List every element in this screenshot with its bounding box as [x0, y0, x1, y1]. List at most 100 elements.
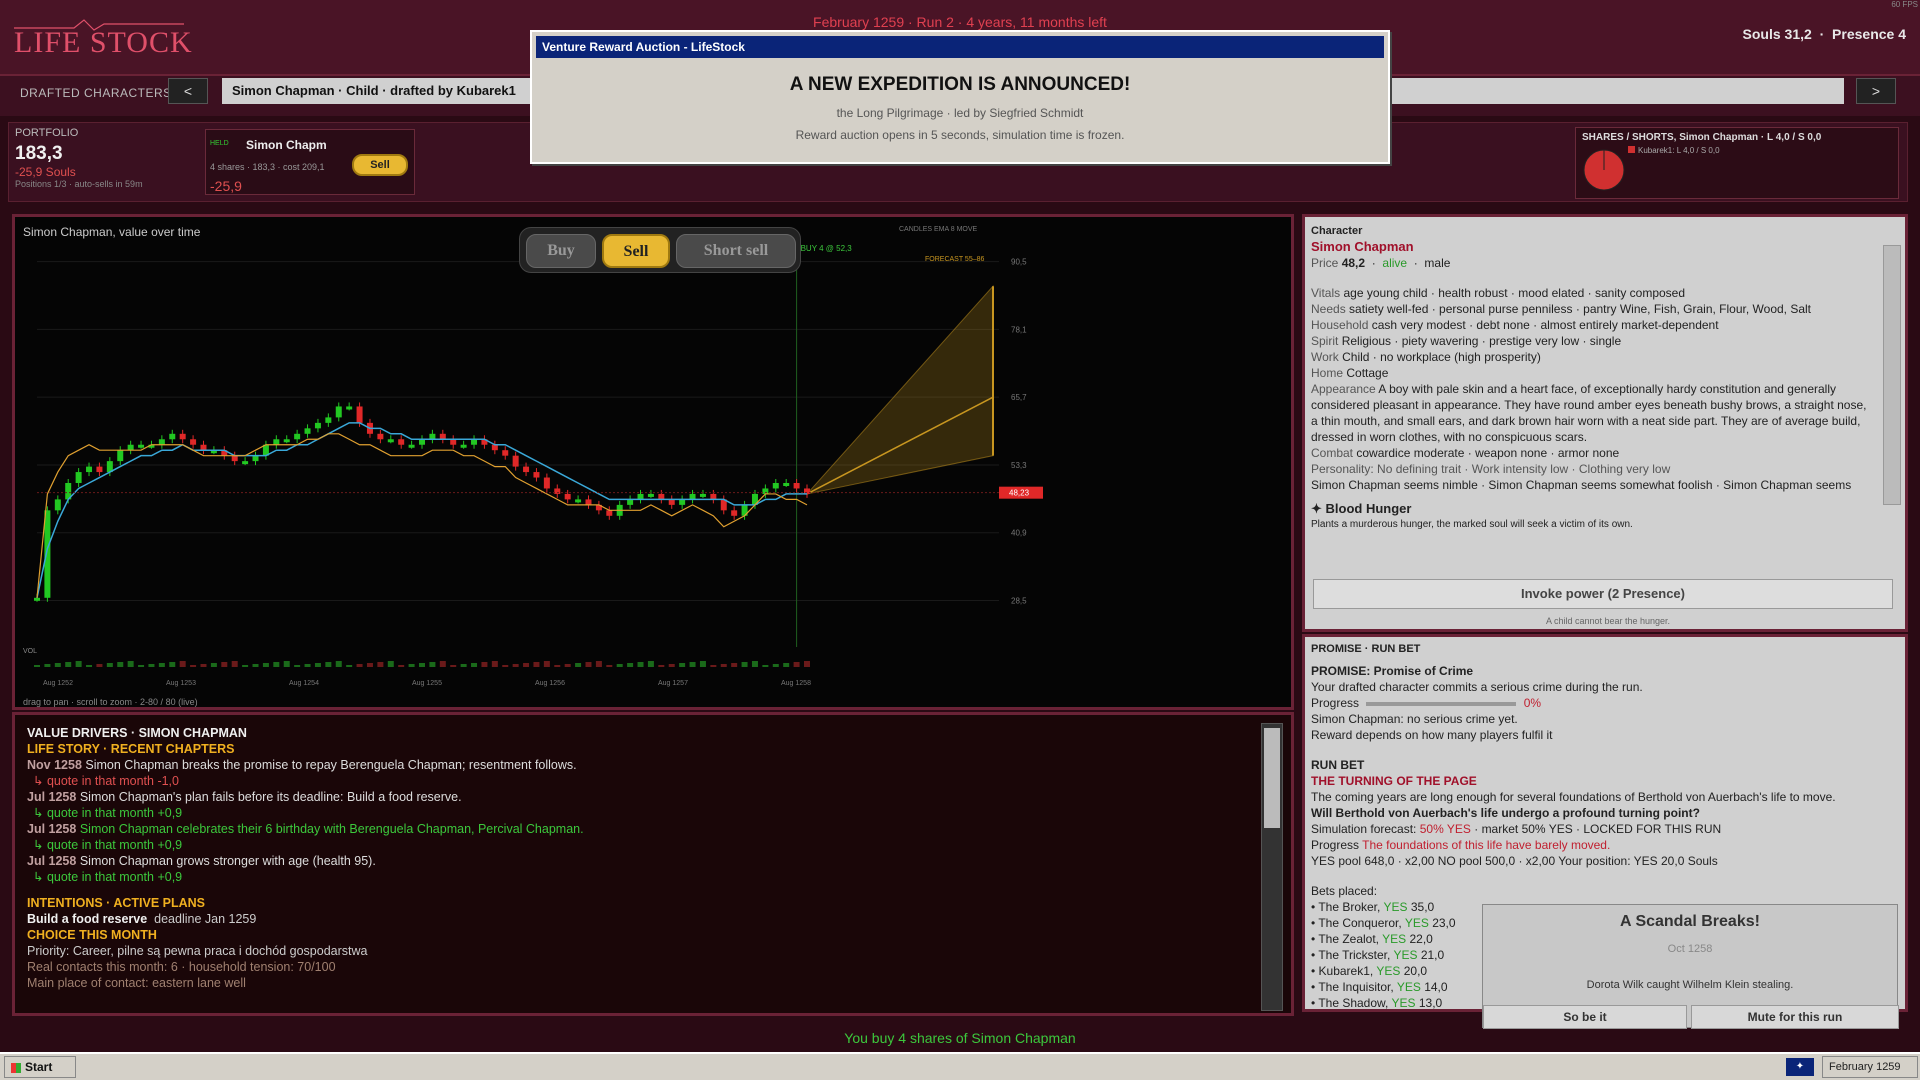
chart-help: drag to pan · scroll to zoom · 2-80 / 80…	[23, 697, 198, 707]
run-bet-title: RUN BET	[1311, 758, 1365, 772]
volume-bar	[294, 665, 301, 667]
value-drivers-panel[interactable]: VALUE DRIVERS · SIMON CHAPMAN LIFE STORY…	[12, 712, 1294, 1016]
candle	[408, 444, 415, 448]
tray-icon[interactable]: ✦	[1786, 1058, 1814, 1076]
candle	[44, 510, 51, 598]
position-sell-button[interactable]: Sell	[352, 154, 408, 176]
event-quote: ↳ quote in that month +0,9	[33, 838, 183, 852]
candle	[231, 455, 238, 462]
app-logo: LIFE STOCK	[14, 19, 193, 59]
drafted-label: DRAFTED CHARACTERS	[20, 86, 172, 100]
volume-bar	[200, 664, 207, 667]
candle	[575, 499, 582, 503]
start-button[interactable]: Start	[4, 1056, 76, 1078]
candle	[523, 466, 530, 473]
event-quote: ↳ quote in that month +0,9	[33, 806, 183, 820]
candle	[627, 499, 634, 505]
candle	[689, 493, 696, 500]
volume-bar	[793, 662, 800, 667]
next-character-button[interactable]: >	[1856, 78, 1896, 104]
x-tick-label: Aug 1257	[658, 680, 688, 687]
event-quote: ↳ quote in that month +0,9	[33, 870, 183, 884]
volume-bar	[543, 661, 550, 667]
candle	[158, 439, 165, 445]
candle	[294, 433, 301, 440]
character-scrollbar[interactable]	[1883, 245, 1901, 505]
auction-dialog: Venture Reward Auction - LifeStock A NEW…	[530, 30, 1390, 164]
portfolio-title: PORTFOLIO	[15, 127, 79, 139]
volume-bar	[606, 665, 613, 667]
volume-bar	[65, 662, 72, 667]
price-chart[interactable]: 90,5 78,1 65,7 53,3 40,9 28,5 Aug 1252 Aug 1253…	[15, 217, 1291, 707]
candle	[179, 433, 186, 440]
plan-name: Build a food reserve	[27, 912, 148, 926]
volume-bar	[772, 664, 779, 667]
dialog-titlebar[interactable]: Venture Reward Auction - LifeStock	[536, 36, 1384, 58]
event-text: Simon Chapman celebrates their 6 birthda…	[79, 822, 584, 836]
character-price-row: Price 48,2 · alive · male	[1311, 256, 1451, 270]
plan-row: Build a food reserve deadline Jan 1259	[27, 911, 1279, 927]
dialog-heading: A NEW EXPEDITION IS ANNOUNCED!	[789, 74, 1131, 95]
candle	[502, 450, 509, 456]
chart-controls: CANDLES EMA 8 MOVE	[899, 226, 978, 233]
volume-bar	[637, 662, 644, 667]
forecast-label: FORECAST 55–86	[925, 256, 985, 263]
attribute-row: Vitals age young child · health robust ·…	[1311, 286, 1686, 300]
candle	[304, 428, 311, 434]
traits-row: Simon Chapman seems nimble · Simon Chapm…	[1311, 478, 1852, 492]
candle	[325, 417, 332, 423]
candle	[460, 444, 467, 448]
candle	[34, 597, 40, 601]
volume-bar	[148, 664, 155, 667]
y-tick-label: 53,3	[1011, 461, 1027, 470]
prev-character-button[interactable]: <	[168, 78, 208, 104]
volume-bar	[564, 664, 571, 667]
volume-bar	[335, 661, 342, 667]
volume-bar	[325, 662, 332, 667]
power-description: Plants a murderous hunger, the marked so…	[1311, 519, 1633, 530]
volume-bar	[169, 662, 176, 667]
promise-progress-bar	[1366, 701, 1517, 706]
character-panel[interactable]: Character Simon Chapman Price 48,2 · ali…	[1302, 214, 1908, 632]
souls-count: Souls 31,2	[1742, 26, 1812, 42]
volume-bar	[273, 662, 280, 667]
taskbar: Start ✦ February 1259	[0, 1052, 1920, 1080]
price-chart-panel[interactable]: 90,5 78,1 65,7 53,3 40,9 28,5 Aug 1252 Aug 1253…	[12, 214, 1294, 710]
candle	[533, 472, 540, 478]
candle	[398, 439, 405, 445]
candle	[419, 439, 425, 445]
scandal-popup: A Scandal Breaks! Oct 1258 Dorota Wilk c…	[1482, 904, 1899, 1029]
drivers-title: VALUE DRIVERS · SIMON CHAPMAN	[27, 726, 247, 740]
drivers-scrollbar[interactable]	[1261, 723, 1283, 1011]
buy-button[interactable]: Buy	[526, 234, 596, 268]
sell-button[interactable]: Sell	[602, 234, 670, 268]
so-be-it-button[interactable]: So be it	[1483, 1005, 1687, 1029]
invoke-power-button[interactable]: Invoke power (2 Presence)	[1313, 579, 1893, 609]
position-card[interactable]: HELD Simon Chapm 4 shares · 183,3 · cost…	[205, 129, 415, 195]
ema-line	[36, 422, 807, 598]
y-tick-label: 78,1	[1011, 325, 1027, 334]
event-text: Simon Chapman's plan fails before its de…	[79, 790, 462, 804]
event-date: Nov 1258	[27, 758, 82, 772]
candle	[75, 472, 82, 483]
priority-text: Priority: Career, pilne są pewna praca i…	[27, 944, 368, 958]
legend-swatch-icon	[1628, 146, 1635, 153]
candle	[86, 466, 93, 473]
shares-panel: SHARES / SHORTS, Simon Chapman · L 4,0 /…	[1575, 127, 1899, 199]
presence-count: Presence 4	[1832, 26, 1906, 42]
scandal-title: A Scandal Breaks!	[1620, 913, 1760, 930]
candle	[335, 406, 342, 418]
volume-bar	[720, 664, 727, 667]
volume-bar	[210, 663, 217, 667]
promise-section-title: PROMISE · RUN BET	[1311, 643, 1421, 655]
short-sell-button[interactable]: Short sell	[676, 234, 796, 268]
intentions-title: INTENTIONS · ACTIVE PLANS	[27, 896, 206, 910]
position-name: Simon Chapm	[246, 138, 327, 152]
volume-bar	[304, 664, 311, 667]
mute-button[interactable]: Mute for this run	[1691, 1005, 1899, 1029]
candle	[377, 433, 384, 440]
candle	[138, 444, 145, 448]
scroll-thumb[interactable]	[1264, 728, 1280, 828]
volume-bar	[523, 663, 530, 667]
character-name: Simon Chapman	[1311, 239, 1414, 254]
